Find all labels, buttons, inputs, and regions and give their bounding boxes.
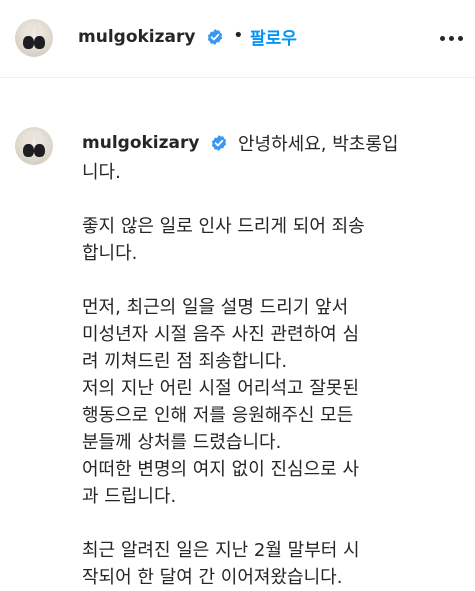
- header-username[interactable]: mulgokizary: [78, 27, 195, 47]
- caption-line: 분들께 상처를 드렸습니다.: [82, 432, 282, 453]
- caption-line: [82, 267, 462, 294]
- follow-button[interactable]: 팔로우: [250, 24, 297, 49]
- caption-line: 미성년자 시절 음주 사진 관련하여 심: [82, 324, 360, 345]
- caption-line: [82, 186, 462, 213]
- avatar-photo-detail: [34, 36, 45, 49]
- caption-line: 작되어 한 달여 간 이어져왔습니다.: [82, 567, 343, 588]
- caption-line: 행동으로 인해 저를 응원해주신 모든: [82, 405, 354, 426]
- caption-line: 좋지 않은 일로 인사 드리게 되어 죄송: [82, 216, 365, 237]
- caption-line: 먼저, 최근의 일을 설명 드리기 앞서: [82, 297, 349, 318]
- caption-line: 합니다.: [82, 243, 138, 264]
- caption-line: [82, 510, 462, 537]
- avatar-photo-detail: [23, 36, 34, 49]
- caption-line: 최근 알려진 일은 지난 2월 말부터 시: [82, 540, 360, 561]
- avatar-photo-detail: [34, 144, 45, 157]
- verified-badge-icon: [206, 28, 224, 50]
- caption-line: 려 끼쳐드린 점 죄송합니다.: [82, 351, 288, 372]
- caption-text: 니다. 좋지 않은 일로 인사 드리게 되어 죄송 합니다. 먼저, 최근의 일…: [82, 159, 462, 591]
- caption-line: 저의 지난 어린 시절 어리석고 잘못된: [82, 378, 360, 399]
- avatar-photo-detail: [23, 144, 34, 157]
- caption-line: 니다.: [82, 162, 121, 183]
- caption-line: 과 드립니다.: [82, 486, 177, 507]
- separator-dot: •: [233, 25, 244, 46]
- more-options-icon[interactable]: [440, 36, 464, 42]
- verified-badge-icon: [210, 134, 228, 156]
- post-header: mulgokizary • 팔로우: [0, 0, 475, 78]
- caption-username[interactable]: mulgokizary: [82, 133, 199, 153]
- caption-first-line: 안녕하세요, 박초롱입: [238, 134, 399, 155]
- caption-line: 어떠한 변명의 여지 없이 진심으로 사: [82, 459, 360, 480]
- profile-avatar[interactable]: [15, 19, 53, 57]
- caption-avatar[interactable]: [15, 127, 53, 165]
